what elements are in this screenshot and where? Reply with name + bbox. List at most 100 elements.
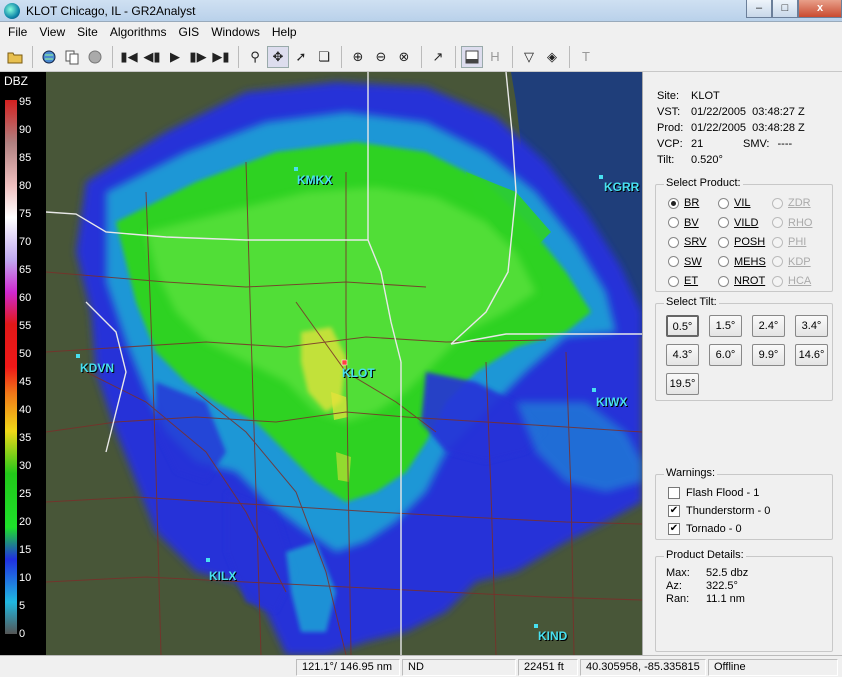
menu-windows[interactable]: Windows (205, 22, 266, 42)
site-value: KLOT (691, 90, 720, 102)
product-radio-label: VIL (734, 197, 751, 209)
panel-toggle-icon[interactable] (461, 45, 483, 68)
magnifier-icon[interactable]: ⚲ (244, 46, 266, 68)
menu-gis[interactable]: GIS (173, 22, 206, 42)
measure-line-icon[interactable]: ➚ (290, 46, 312, 68)
product-radio-posh[interactable]: POSH (718, 236, 765, 248)
site-label-klot[interactable]: KLOT (342, 366, 375, 380)
open-folder-icon[interactable] (4, 46, 26, 68)
warning-checkbox[interactable]: ✔ Tornado - 0 (668, 523, 742, 535)
warning-checkbox[interactable]: ✔ Thunderstorm - 0 (668, 505, 770, 517)
status-height: 22451 ft (518, 659, 578, 676)
product-radio-et[interactable]: ET (668, 275, 698, 287)
product-radio-mehs[interactable]: MEHS (718, 256, 766, 268)
record-icon[interactable] (84, 46, 106, 68)
tilt-button[interactable]: 2.4° (752, 315, 785, 337)
product-radio-label: VILD (734, 216, 759, 229)
az-value: 322.5° (706, 580, 738, 592)
product-radio-vild[interactable]: VILD (718, 217, 758, 229)
radio-circle-icon (718, 197, 729, 209)
scale-label: 5 (19, 600, 26, 612)
menu-view[interactable]: View (33, 22, 71, 42)
scale-label: 95 (19, 96, 32, 108)
scale-label: 50 (19, 348, 32, 360)
window-title: KLOT Chicago, IL - GR2Analyst (26, 3, 196, 18)
minimize-button[interactable]: – (746, 0, 772, 18)
skip-first-icon[interactable]: ▮◀ (118, 46, 140, 68)
tilt-button[interactable]: 4.3° (666, 344, 699, 366)
scale-label: 25 (19, 488, 32, 500)
layers-icon[interactable]: ❏ (313, 46, 335, 68)
select-tilt-title: Select Tilt: (664, 296, 719, 308)
site-label-kdvn[interactable]: KDVN (80, 361, 114, 375)
pointer-icon[interactable]: ↗ (427, 46, 449, 68)
tilt-button[interactable]: 0.5° (666, 315, 699, 337)
height-icon[interactable]: H (484, 46, 506, 68)
text-tool-icon[interactable]: T (575, 46, 597, 68)
scale-label: 60 (19, 292, 32, 304)
diamond-marker-icon[interactable]: ◈ (541, 46, 563, 68)
product-radio-sw[interactable]: SW (668, 256, 702, 268)
tilt-button[interactable]: 14.6° (795, 344, 828, 366)
close-button[interactable]: x (798, 0, 842, 18)
zoom-out-icon[interactable]: ⊖ (370, 46, 392, 68)
play-icon[interactable]: ▶ (164, 46, 186, 68)
product-radio-nrot[interactable]: NROT (718, 275, 765, 287)
menu-help[interactable]: Help (266, 22, 303, 42)
status-bar: 121.1°/ 146.95 nm ND 22451 ft 40.305958,… (0, 655, 842, 677)
status-az-range: 121.1°/ 146.95 nm (296, 659, 400, 676)
max-value: 52.5 dbz (706, 567, 749, 579)
skip-last-icon[interactable]: ▶▮ (210, 46, 232, 68)
site-label-kiwx[interactable]: KIWX (596, 395, 627, 409)
maximize-button[interactable]: □ (772, 0, 798, 18)
globe-icon[interactable] (38, 46, 60, 68)
product-radio-bv[interactable]: BV (668, 217, 699, 229)
radar-map[interactable]: KMKX KGRR KDVN KLOT KIWX KILX KIND (46, 72, 642, 655)
step-back-icon[interactable]: ◀▮ (141, 46, 163, 68)
scale-label: 90 (19, 124, 32, 136)
pan-cross-icon[interactable]: ✥ (267, 45, 289, 68)
radar-map-canvas[interactable] (46, 72, 642, 655)
site-label-kgrr[interactable]: KGRR (604, 180, 639, 194)
title-bar[interactable]: KLOT Chicago, IL - GR2Analyst – □ x (0, 0, 842, 22)
select-product-group: Select Product: BR BV SRV SW ET VIL VILD POSH ME… (655, 177, 833, 292)
vcp-value: 21 (691, 138, 704, 150)
tilt-button[interactable]: 1.5° (709, 315, 742, 337)
tilt-label: Tilt: (657, 154, 675, 166)
tilt-button[interactable]: 9.9° (752, 344, 785, 366)
menu-file[interactable]: File (2, 22, 33, 42)
site-label-kilx[interactable]: KILX (209, 569, 236, 583)
zoom-in-icon[interactable]: ⊕ (347, 46, 369, 68)
toolbar: ▮◀ ◀▮ ▶ ▮▶ ▶▮ ⚲ ✥ ➚ ❏ ⊕ ⊖ ⊗ ↗ H ▽ ◈ T (0, 42, 842, 72)
site-label-kind[interactable]: KIND (538, 629, 567, 643)
radio-circle-icon (772, 197, 783, 209)
toolbar-separator (238, 45, 239, 68)
product-radio-br[interactable]: BR (668, 197, 699, 209)
product-radio-vil[interactable]: VIL (718, 197, 751, 209)
az-label: Az: (666, 580, 682, 592)
copy-icon[interactable] (61, 46, 83, 68)
checkmark-icon: ✔ (668, 505, 680, 517)
warning-checkbox[interactable]: Flash Flood - 1 (668, 487, 759, 499)
scale-label: 10 (19, 572, 32, 584)
site-label-kmkx[interactable]: KMKX (297, 173, 332, 187)
tilt-button[interactable]: 6.0° (709, 344, 742, 366)
radio-circle-icon (772, 275, 783, 287)
zoom-reset-icon[interactable]: ⊗ (393, 46, 415, 68)
radio-circle-icon (668, 275, 679, 287)
tilt-button[interactable]: 3.4° (795, 315, 828, 337)
product-radio-label: SW (684, 255, 702, 268)
empty-checkbox-icon (668, 487, 680, 499)
product-radio-srv[interactable]: SRV (668, 236, 706, 248)
warning-label: Flash Flood - 1 (686, 487, 760, 499)
menu-algorithms[interactable]: Algorithms (104, 22, 173, 42)
tilt-button[interactable]: 19.5° (666, 373, 699, 395)
toolbar-separator (112, 45, 113, 68)
triangle-marker-icon[interactable]: ▽ (518, 46, 540, 68)
dbz-color-scale: DBZ 959085807570656055504540 (0, 72, 46, 655)
toolbar-separator (512, 45, 513, 68)
step-forward-icon[interactable]: ▮▶ (187, 46, 209, 68)
toolbar-separator (569, 45, 570, 68)
menu-site[interactable]: Site (71, 22, 104, 42)
toolbar-separator (455, 45, 456, 68)
